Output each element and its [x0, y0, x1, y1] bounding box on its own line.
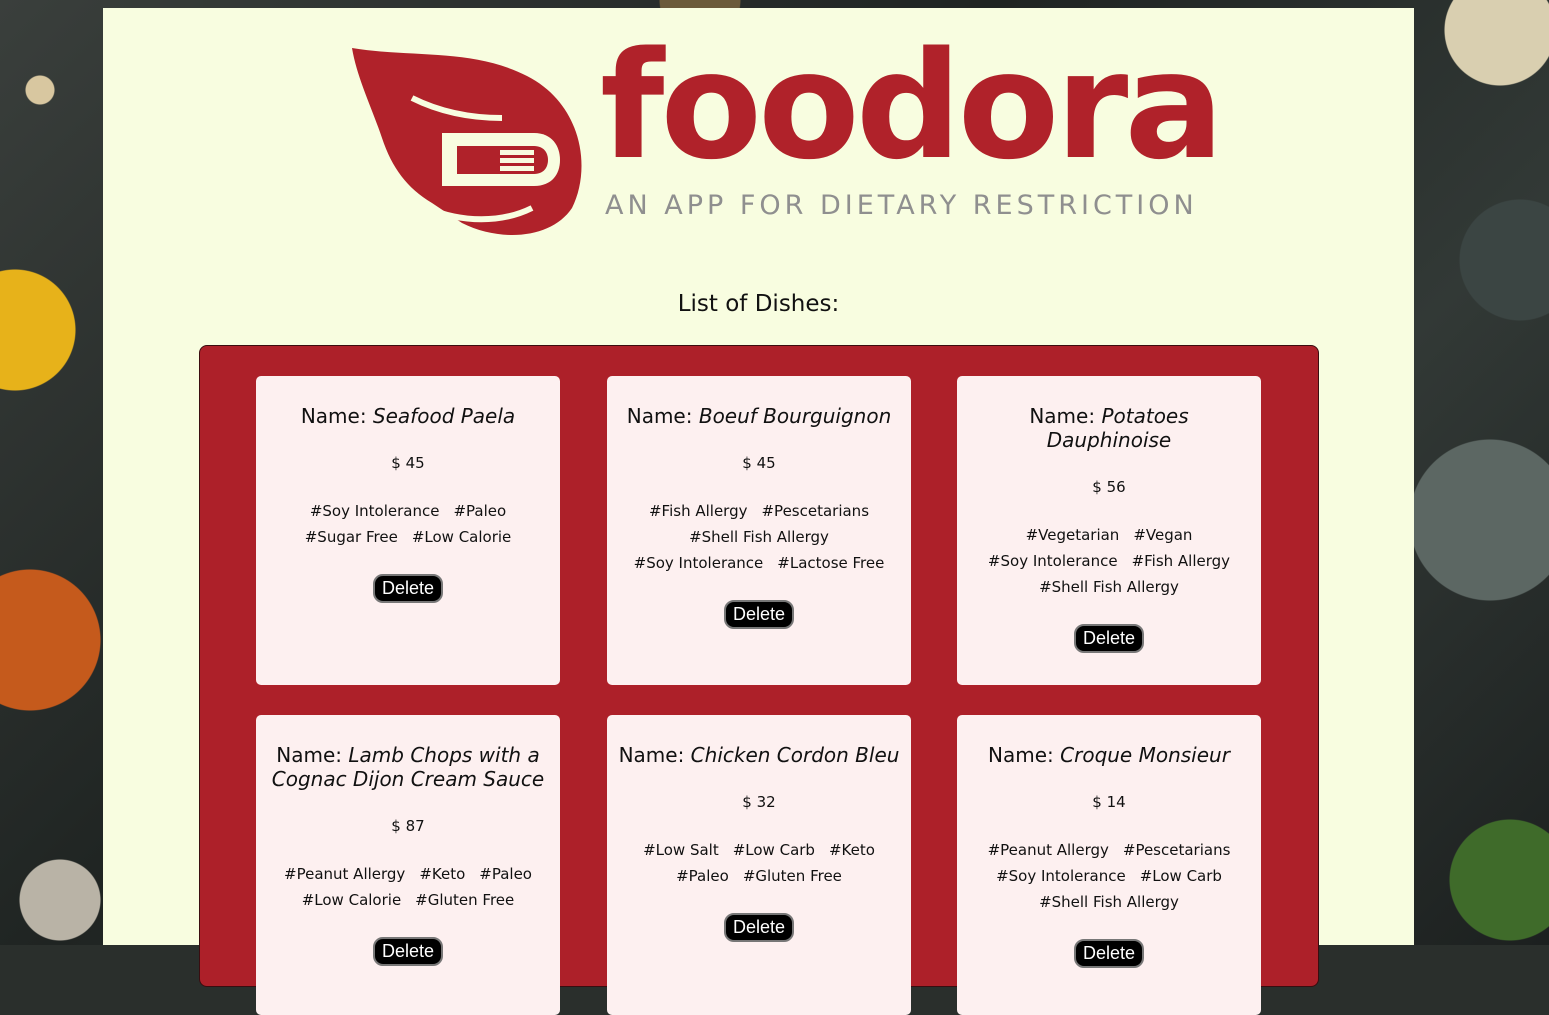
- logo-wordmark: foodora: [600, 20, 1224, 192]
- dish-tag: #Low Calorie: [411, 528, 512, 546]
- dish-tag: #Soy Intolerance: [987, 552, 1118, 570]
- dish-tag: #Gluten Free: [415, 891, 515, 909]
- dish-name: Name: Potatoes Dauphinoise: [965, 404, 1253, 452]
- dish-tags: #Fish Allergy #Pescetarians #Shell Fish A…: [617, 498, 901, 576]
- dish-name-label: Name:: [300, 404, 367, 428]
- dish-name: Name: Chicken Cordon Bleu: [615, 743, 903, 767]
- delete-button[interactable]: Delete: [372, 574, 444, 603]
- dish-card: Name: Croque Monsieur $ 14 #Peanut Aller…: [957, 715, 1261, 1015]
- dish-price: $ 45: [742, 454, 776, 472]
- dish-name-label: Name:: [626, 404, 693, 428]
- dish-tag: #Peanut Allergy: [284, 865, 406, 883]
- dish-board: Name: Seafood Paela $ 45 #Soy Intoleranc…: [199, 345, 1319, 1015]
- delete-button[interactable]: Delete: [372, 937, 444, 966]
- dish-tags: #Low Salt #Low Carb #Keto #Paleo #Gluten Fr…: [617, 837, 901, 889]
- delete-button[interactable]: Delete: [1073, 939, 1145, 968]
- dish-name: Name: Lamb Chops with a Cognac Dijon Cre…: [264, 743, 552, 791]
- dish-tag: #Shell Fish Allergy: [1039, 578, 1179, 596]
- dish-tags: #Soy Intolerance #Paleo #Sugar Free #Low C…: [266, 498, 550, 550]
- dish-price: $ 87: [391, 817, 425, 835]
- dish-price: $ 14: [1092, 793, 1126, 811]
- dish-tag: #Fish Allergy: [648, 502, 748, 520]
- dish-tags: #Peanut Allergy #Keto #Paleo #Low Calorie #…: [266, 861, 550, 913]
- dish-tag: #Paleo: [676, 867, 729, 885]
- dish-card: Name: Boeuf Bourguignon $ 45 #Fish Aller…: [607, 376, 911, 685]
- dish-card: Name: Lamb Chops with a Cognac Dijon Cre…: [256, 715, 560, 1015]
- dish-tag: #Paleo: [479, 865, 532, 883]
- dish-tag: #Soy Intolerance: [633, 554, 764, 572]
- logo-tagline: AN APP FOR DIETARY RESTRICTION: [605, 190, 1198, 221]
- dish-tag: #Lactose Free: [777, 554, 885, 572]
- dish-tag: #Vegetarian: [1025, 526, 1120, 544]
- dish-price: $ 32: [742, 793, 776, 811]
- dish-tag: #Keto: [828, 841, 875, 859]
- dish-tag: #Shell Fish Allergy: [689, 528, 829, 546]
- dish-tag: #Paleo: [453, 502, 507, 520]
- dish-price: $ 45: [391, 454, 425, 472]
- dish-card: Name: Potatoes Dauphinoise $ 56 #Vegetar…: [957, 376, 1261, 685]
- dish-tag: #Low Carb: [1139, 867, 1222, 885]
- dish-tag: #Sugar Free: [304, 528, 398, 546]
- dish-name-label: Name:: [618, 743, 685, 767]
- delete-button[interactable]: Delete: [723, 600, 795, 629]
- dish-name-value: Croque Monsieur: [1060, 743, 1230, 767]
- delete-button[interactable]: Delete: [723, 913, 795, 942]
- dish-tag: #Soy Intolerance: [996, 867, 1126, 885]
- dish-name: Name: Boeuf Bourguignon: [615, 404, 903, 428]
- dish-tag: #Pescetarians: [761, 502, 870, 520]
- delete-button[interactable]: Delete: [1073, 624, 1145, 653]
- dish-name-value: Seafood Paela: [372, 404, 516, 428]
- dish-name: Name: Croque Monsieur: [965, 743, 1253, 767]
- dish-name-value: Chicken Cordon Bleu: [690, 743, 900, 767]
- dish-tag: #Fish Allergy: [1131, 552, 1231, 570]
- dish-tags: #Peanut Allergy #Pescetarians #Soy Intole…: [967, 837, 1251, 915]
- dish-name-label: Name:: [988, 743, 1054, 767]
- dish-card: Name: Seafood Paela $ 45 #Soy Intoleranc…: [256, 376, 560, 685]
- dish-tag: #Vegan: [1133, 526, 1193, 544]
- dish-card: Name: Chicken Cordon Bleu $ 32 #Low Salt…: [607, 715, 911, 1015]
- dish-tags: #Vegetarian #Vegan #Soy Intolerance #Fish …: [967, 522, 1251, 600]
- dish-tag: #Keto: [419, 865, 466, 883]
- dish-tag: #Low Salt: [643, 841, 719, 859]
- dish-name-label: Name:: [1029, 404, 1096, 428]
- dish-tag: #Shell Fish Allergy: [1039, 893, 1179, 911]
- dish-tag: #Pescetarians: [1122, 841, 1231, 859]
- dish-tag: #Peanut Allergy: [987, 841, 1109, 859]
- dish-tag: #Soy Intolerance: [309, 502, 440, 520]
- foodora-logo: foodora AN APP FOR DIETARY RESTRICTION: [352, 32, 1224, 238]
- list-title: List of Dishes:: [677, 291, 840, 317]
- main-panel: foodora AN APP FOR DIETARY RESTRICTION L…: [103, 8, 1414, 1015]
- dish-tag: #Low Carb: [732, 841, 815, 859]
- dish-price: $ 56: [1092, 478, 1126, 496]
- dish-tag: #Gluten Free: [742, 867, 842, 885]
- dish-tag: #Low Calorie: [301, 891, 402, 909]
- dish-name: Name: Seafood Paela: [264, 404, 552, 428]
- dish-name-value: Boeuf Bourguignon: [698, 404, 892, 428]
- dish-name-label: Name:: [276, 743, 343, 767]
- fork-wing-logo-icon: [352, 48, 582, 235]
